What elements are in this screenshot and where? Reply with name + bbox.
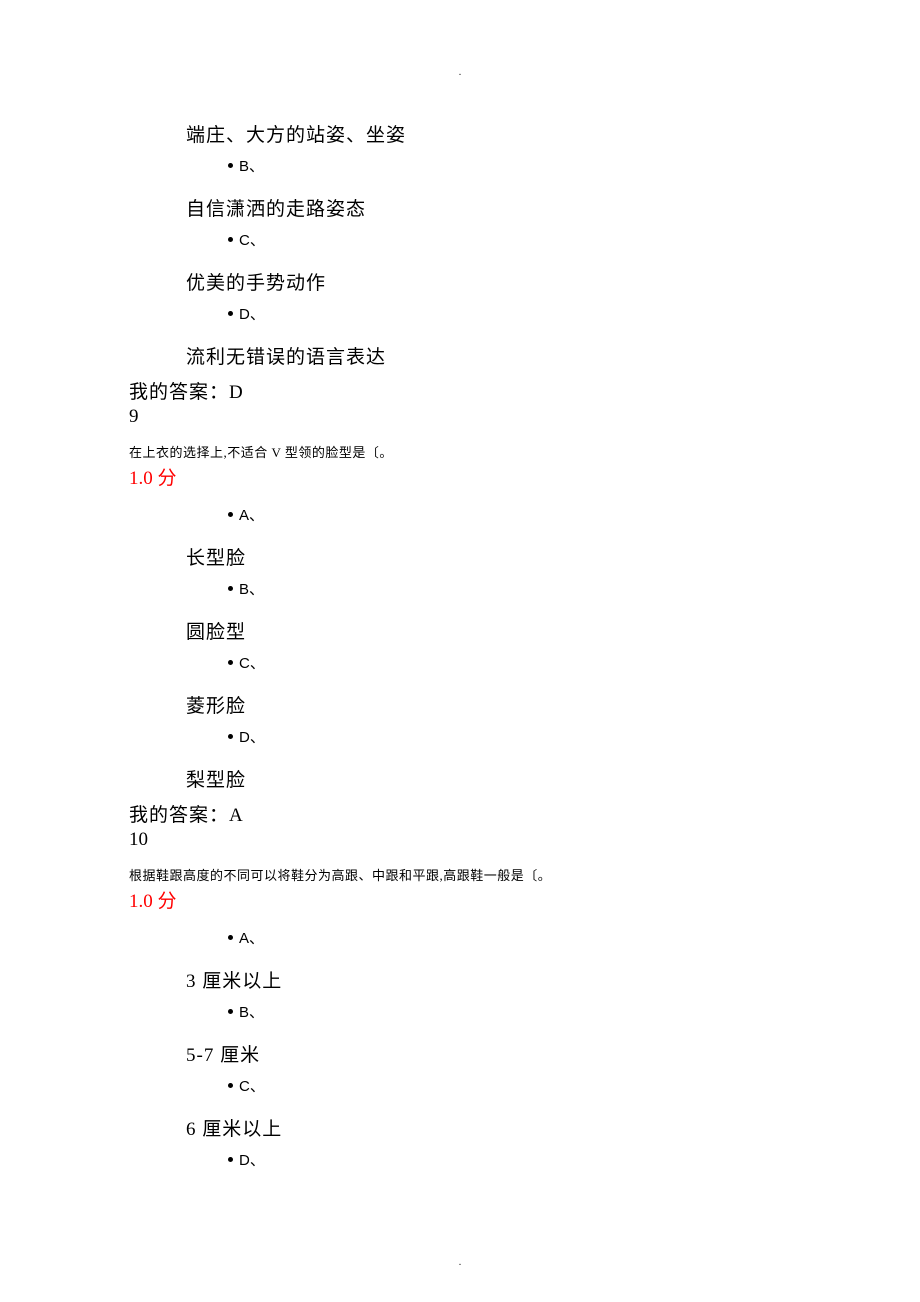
bullet-dot-icon [228,512,233,517]
q8-bullet-d: D、 [228,303,920,324]
bullet-dot-icon [228,1157,233,1162]
document-content: 端庄、大方的站姿、坐姿 B、 自信潇洒的走路姿态 C、 优美的手势动作 D、 流… [0,102,920,1178]
q8-bullet-b-label: B、 [239,155,264,176]
q9-bullet-b-label: B、 [239,578,264,599]
q9-number: 9 [129,406,920,428]
q10-bullet-c-label: C、 [239,1075,265,1096]
q10-option-a-text: 3 厘米以上 [186,966,920,993]
q9-score: 1.0 分 [129,463,920,490]
q10-bullet-b: B、 [228,1001,920,1022]
bullet-dot-icon [228,586,233,591]
q8-option-a-text: 端庄、大方的站姿、坐姿 [186,120,920,147]
bullet-dot-icon [228,734,233,739]
q9-bullet-a-label: A、 [239,504,264,525]
q10-option-c-text: 6 厘米以上 [186,1114,920,1141]
q8-bullet-d-label: D、 [239,303,265,324]
q9-option-d-text: 梨型脸 [186,765,920,792]
q9-bullet-c: C、 [228,652,920,673]
bullet-dot-icon [228,311,233,316]
q10-score: 1.0 分 [129,886,920,913]
q9-bullet-d-label: D、 [239,726,265,747]
q8-option-b-text: 自信潇洒的走路姿态 [186,194,920,221]
q8-my-answer: 我的答案：D [129,377,920,404]
bullet-dot-icon [228,1083,233,1088]
page-dot-top: . [459,66,462,78]
q10-bullet-d: D、 [228,1149,920,1170]
q10-bullet-b-label: B、 [239,1001,264,1022]
bullet-dot-icon [228,163,233,168]
q9-option-a-text: 长型脸 [186,543,920,570]
q10-number: 10 [129,829,920,851]
q9-option-c-text: 菱形脸 [186,691,920,718]
bullet-dot-icon [228,237,233,242]
q10-question-text: 根据鞋跟高度的不同可以将鞋分为高跟、中跟和平跟,高跟鞋一般是〔。 [129,865,920,884]
q10-bullet-d-label: D、 [239,1149,265,1170]
q8-bullet-c: C、 [228,229,920,250]
q9-bullet-b: B、 [228,578,920,599]
bullet-dot-icon [228,660,233,665]
q8-option-d-text: 流利无错误的语言表达 [186,342,920,369]
q8-bullet-c-label: C、 [239,229,265,250]
q9-bullet-a: A、 [228,504,920,525]
q9-bullet-c-label: C、 [239,652,265,673]
q9-bullet-d: D、 [228,726,920,747]
page-dot-bottom: . [459,1256,462,1268]
q9-question-text: 在上衣的选择上,不适合 V 型领的脸型是〔。 [129,442,920,461]
q10-bullet-c: C、 [228,1075,920,1096]
bullet-dot-icon [228,1009,233,1014]
q8-option-c-text: 优美的手势动作 [186,268,920,295]
q9-my-answer: 我的答案：A [129,800,920,827]
q10-option-b-text: 5-7 厘米 [186,1040,920,1067]
q10-bullet-a: A、 [228,927,920,948]
q10-bullet-a-label: A、 [239,927,264,948]
bullet-dot-icon [228,935,233,940]
q9-option-b-text: 圆脸型 [186,617,920,644]
q8-bullet-b: B、 [228,155,920,176]
